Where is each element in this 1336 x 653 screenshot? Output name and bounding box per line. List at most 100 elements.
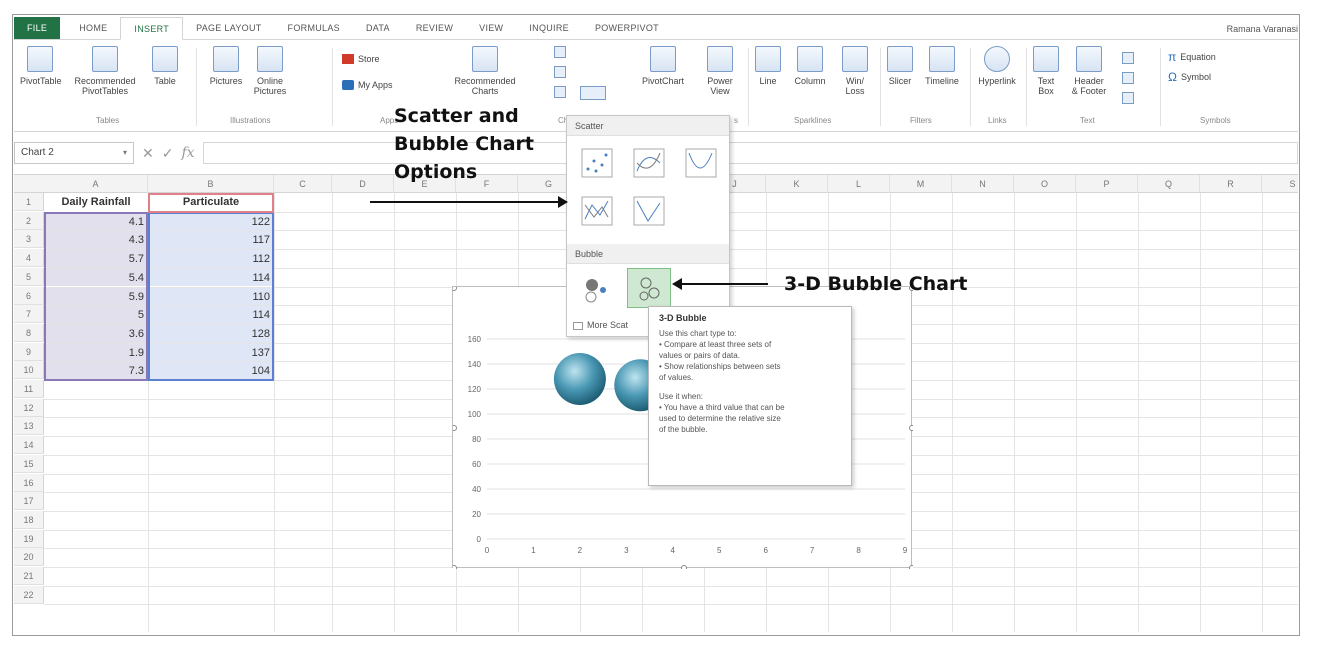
resize-handle [453,287,457,291]
row-header[interactable]: 17 [14,492,44,511]
row-header[interactable]: 11 [14,380,44,398]
wordart-button[interactable] [1122,52,1134,64]
formula-input[interactable] [202,142,1298,164]
row-header[interactable]: 3 [14,230,44,249]
scatter-icon [581,148,613,178]
column-header[interactable]: A [44,175,148,193]
column-header[interactable]: S [1262,175,1298,193]
row-header[interactable]: 12 [14,398,44,417]
row-header[interactable]: 18 [14,510,44,529]
tab-data[interactable]: DATA [353,17,403,39]
recommended-pivottables-button[interactable]: Recommended PivotTables [66,46,144,96]
scatter-smooth-lines-markers-option[interactable] [627,142,671,182]
tab-view[interactable]: VIEW [466,17,516,39]
power-view-button[interactable]: Power View [702,46,738,96]
row-header[interactable]: 13 [14,417,44,436]
row-header[interactable]: 16 [14,473,44,492]
row-header[interactable]: 20 [14,548,44,567]
name-box[interactable]: Chart 2 ▾ [14,142,134,164]
timeline-button[interactable]: Timeline [920,46,964,86]
scatter-chart-dropdown[interactable] [580,86,606,100]
line-chart-dropdown[interactable] [554,66,566,78]
row-header[interactable]: 22 [14,585,44,604]
row-header[interactable]: 2 [14,211,44,230]
more-scatter-charts-link[interactable]: More Scat [573,320,628,330]
row-header[interactable]: 19 [14,529,44,548]
column-chart-dropdown[interactable] [554,46,566,58]
column-header[interactable]: P [1076,175,1138,193]
insert-function-icon[interactable]: fx [181,145,194,161]
column-header[interactable]: M [890,175,952,193]
online-pictures-button[interactable]: Online Pictures [250,46,290,96]
row-header[interactable]: 5 [14,267,44,286]
symbol-label: Symbol [1180,72,1211,82]
slicer-button[interactable]: Slicer [884,46,916,86]
cancel-icon[interactable]: ✕ [142,145,154,162]
tab-file[interactable]: FILE [14,17,61,39]
signature-line-icon [1122,72,1134,84]
pictures-button[interactable]: Pictures [206,46,246,86]
tooltip-line: used to determine the relative size [659,414,781,423]
signature-line-button[interactable] [1122,72,1134,84]
scatter-straight-markers-icon [581,196,613,226]
row-header[interactable]: 14 [14,436,44,455]
row-header[interactable]: 6 [14,286,44,305]
object-button[interactable] [1122,92,1134,104]
column-header[interactable]: N [952,175,1014,193]
hyperlink-label: Hyperlink [978,76,1016,86]
hyperlink-button[interactable]: Hyperlink [974,46,1020,86]
chevron-down-icon[interactable]: ▾ [123,143,127,163]
sparkline-winloss-button[interactable]: Win/ Loss [838,46,872,96]
user-name[interactable]: Ramana Varanasi [1227,18,1298,40]
tab-review[interactable]: REVIEW [403,17,466,39]
tab-home[interactable]: HOME [66,17,120,39]
my-apps-button[interactable]: My Apps [342,80,393,90]
column-header[interactable]: C [274,175,332,193]
tab-formulas[interactable]: FORMULAS [275,17,353,39]
pivottable-button[interactable]: PivotTable [20,46,62,86]
pi-icon: π [1168,50,1177,64]
column-header[interactable]: L [828,175,890,193]
scatter-straight-lines-option[interactable] [627,190,671,230]
recommended-charts-button[interactable]: Recommended Charts [452,46,518,96]
column-header[interactable]: O [1014,175,1076,193]
table-button[interactable]: Table [150,46,180,86]
pivotchart-button[interactable]: PivotChart [636,46,690,86]
bubble-3d-option[interactable] [627,268,671,308]
header-footer-button[interactable]: Header & Footer [1066,46,1112,96]
tab-insert[interactable]: INSERT [120,17,184,40]
row-header[interactable]: 9 [14,342,44,361]
row-header[interactable]: 1 [14,193,44,211]
scatter-smooth-lines-option[interactable] [679,142,723,182]
text-box-button[interactable]: Text Box [1032,46,1060,96]
row-header[interactable]: 8 [14,323,44,342]
sparkline-column-button[interactable]: Column [790,46,830,86]
row-header[interactable]: 7 [14,305,44,324]
row-header[interactable]: 10 [14,361,44,380]
bubble-option[interactable] [575,268,619,308]
tab-page-layout[interactable]: PAGE LAYOUT [183,17,274,39]
column-header[interactable]: K [766,175,828,193]
pie-chart-dropdown[interactable] [554,86,566,98]
row-header[interactable]: 15 [14,454,44,473]
scatter-smooth-lines-icon [685,148,717,178]
store-button[interactable]: Store [342,54,380,64]
column-header[interactable]: Q [1138,175,1200,193]
scatter-section-header: Scatter [567,116,729,136]
sparkline-line-button[interactable]: Line [754,46,782,86]
row-header[interactable]: 21 [14,567,44,585]
symbol-button[interactable]: Ω Symbol [1168,70,1211,84]
scatter-straight-lines-markers-option[interactable] [575,190,619,230]
table-header-cell[interactable]: Daily Rainfall [44,193,148,211]
tab-powerpivot[interactable]: POWERPIVOT [582,17,672,39]
row-header[interactable]: 4 [14,249,44,268]
column-header[interactable]: B [148,175,274,193]
column-header[interactable]: R [1200,175,1262,193]
scatter-bubble-dropdown[interactable]: Scatter Bubble More Scat [566,115,730,337]
equation-button[interactable]: π Equation [1168,50,1216,64]
column-header[interactable]: D [332,175,394,193]
scatter-option[interactable] [575,142,619,182]
enter-icon[interactable]: ✓ [162,145,174,162]
pivotchart-icon [650,46,676,72]
tab-inquire[interactable]: INQUIRE [516,17,582,39]
